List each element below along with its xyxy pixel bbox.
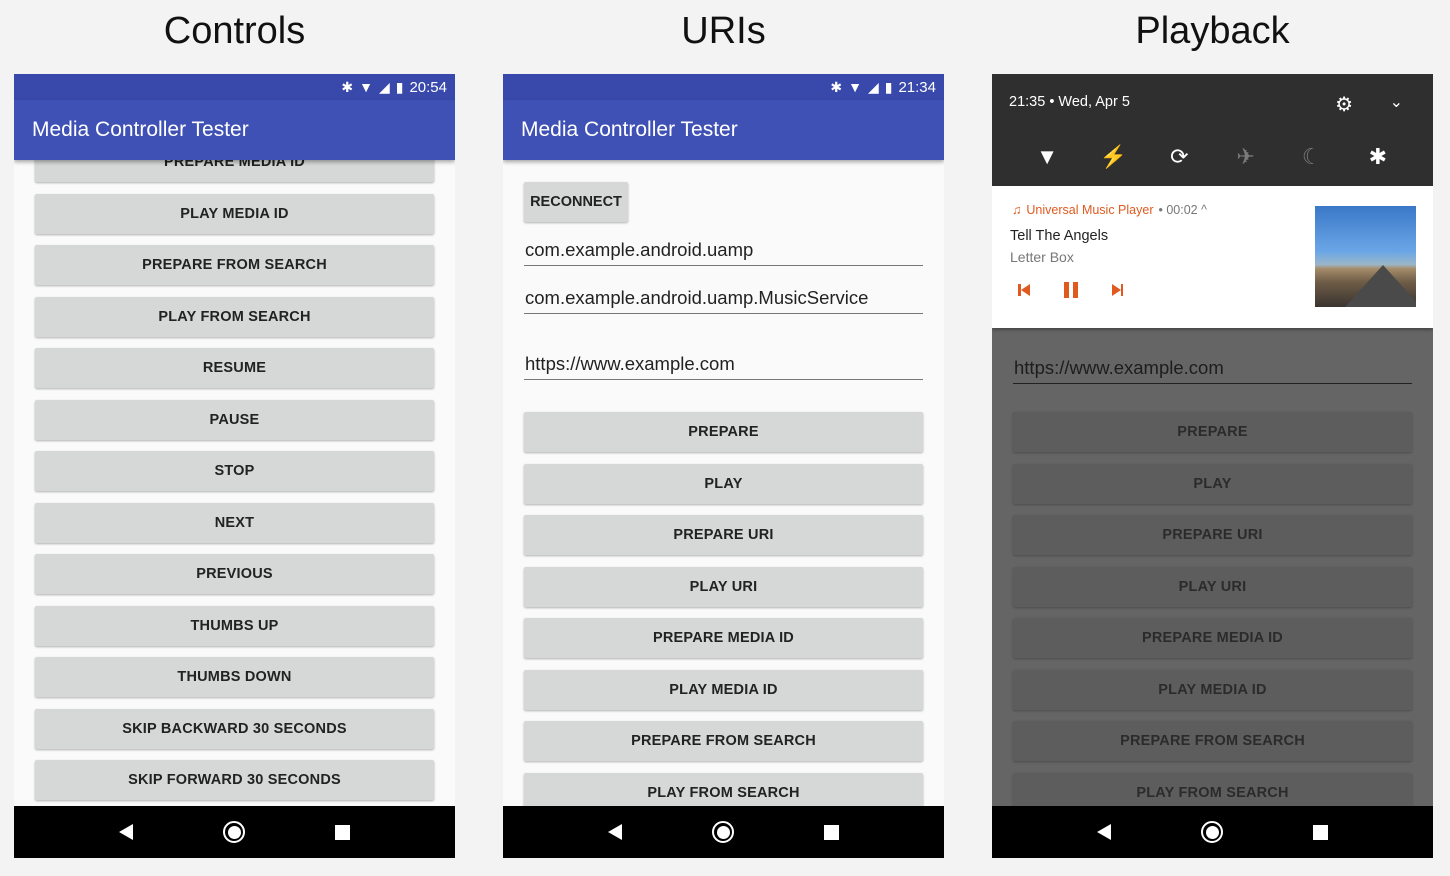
wifi-icon[interactable]: ▼ bbox=[1032, 144, 1062, 170]
track-artist: Letter Box bbox=[1010, 249, 1074, 265]
play-button[interactable]: PLAY bbox=[1013, 463, 1412, 504]
prepare-uri-button[interactable]: PREPARE URI bbox=[524, 515, 923, 555]
play-media-id-button[interactable]: PLAY MEDIA ID bbox=[1013, 669, 1412, 710]
flashlight-icon[interactable]: ⚡ bbox=[1098, 144, 1128, 170]
heading-controls: Controls bbox=[163, 10, 306, 52]
play-media-id-button[interactable]: PLAY MEDIA ID bbox=[35, 193, 434, 234]
bluetooth-icon: ✱ bbox=[830, 79, 843, 95]
package-field[interactable]: com.example.android.uamp bbox=[524, 232, 923, 266]
play-from-search-button[interactable]: PLAY FROM SEARCH bbox=[1013, 772, 1412, 806]
next-button[interactable]: NEXT bbox=[35, 502, 434, 543]
wifi-icon: ▼ bbox=[848, 79, 862, 95]
prepare-button[interactable]: PREPARE bbox=[1013, 412, 1412, 452]
airplane-mode-icon[interactable]: ✈ bbox=[1231, 144, 1261, 170]
media-controls bbox=[1018, 282, 1123, 298]
nav-bar bbox=[14, 806, 455, 858]
service-field[interactable]: com.example.android.uamp.MusicService bbox=[524, 280, 923, 314]
chevron-down-icon[interactable]: ⌄ bbox=[1390, 92, 1403, 112]
pause-button[interactable]: PAUSE bbox=[35, 399, 434, 440]
resume-button[interactable]: RESUME bbox=[35, 348, 434, 388]
auto-rotate-icon[interactable]: ⟳ bbox=[1164, 144, 1194, 170]
nav-bar bbox=[503, 806, 944, 858]
battery-icon: ▮ bbox=[884, 79, 893, 95]
notification-meta: • 00:02 ^ bbox=[1158, 203, 1207, 217]
nav-bar bbox=[992, 806, 1433, 858]
battery-icon: ▮ bbox=[395, 79, 404, 95]
uris-form: RECONNECT com.example.android.uamp com.e… bbox=[503, 160, 944, 806]
status-bar: ✱ ▼ ◢ ▮ 20:54 bbox=[14, 74, 455, 100]
skip-next-icon[interactable] bbox=[1111, 284, 1123, 296]
notification-app-name: Universal Music Player bbox=[1026, 203, 1154, 217]
app-title: Media Controller Tester bbox=[14, 100, 455, 160]
app-title: Media Controller Tester bbox=[503, 100, 944, 160]
prepare-from-search-button[interactable]: PREPARE FROM SEARCH bbox=[35, 245, 434, 285]
recents-icon[interactable] bbox=[335, 824, 350, 840]
skip-backward-30-seconds-button[interactable]: SKIP BACKWARD 30 SECONDS bbox=[35, 708, 434, 749]
notification-header: ♫ Universal Music Player • 00:02 ^ bbox=[1012, 203, 1207, 217]
back-icon[interactable] bbox=[119, 824, 133, 840]
signal-icon: ◢ bbox=[378, 79, 390, 95]
playback-form: https://www.example.com PREPARE PLAY PREPA… bbox=[992, 328, 1433, 806]
previous-button[interactable]: PREVIOUS bbox=[35, 554, 434, 594]
quick-tiles: ▼ ⚡ ⟳ ✈ ☾ ✱ bbox=[992, 144, 1433, 170]
track-title: Tell The Angels bbox=[1010, 228, 1109, 244]
qs-time-date: 21:35 • Wed, Apr 5 bbox=[1009, 94, 1130, 110]
gear-icon[interactable]: ⚙ bbox=[1335, 92, 1353, 117]
media-notification[interactable]: ♫ Universal Music Player • 00:02 ^ Tell … bbox=[992, 186, 1433, 328]
home-icon[interactable] bbox=[223, 821, 245, 843]
controls-list[interactable]: PREPARE MEDIA ID PLAY MEDIA ID PREPARE FRO… bbox=[14, 160, 455, 806]
play-uri-button[interactable]: PLAY URI bbox=[1013, 566, 1412, 607]
signal-icon: ◢ bbox=[867, 79, 879, 95]
thumbs-up-button[interactable]: THUMBS UP bbox=[35, 605, 434, 646]
status-time: 21:34 bbox=[898, 78, 936, 96]
wifi-icon: ▼ bbox=[359, 79, 373, 95]
prepare-from-search-button[interactable]: PREPARE FROM SEARCH bbox=[1013, 721, 1412, 761]
status-bar: ✱ ▼ ◢ ▮ 21:34 bbox=[503, 74, 944, 100]
play-uri-button[interactable]: PLAY URI bbox=[524, 566, 923, 607]
bluetooth-icon[interactable]: ✱ bbox=[1363, 144, 1393, 170]
recents-icon[interactable] bbox=[824, 824, 839, 840]
thumbs-down-button[interactable]: THUMBS DOWN bbox=[35, 657, 434, 697]
phone-uris: ✱ ▼ ◢ ▮ 21:34 Media Controller Tester RE… bbox=[503, 74, 944, 858]
home-icon[interactable] bbox=[712, 821, 734, 843]
prepare-uri-button[interactable]: PREPARE URI bbox=[1013, 515, 1412, 555]
status-time: 20:54 bbox=[409, 78, 447, 96]
uri-field[interactable]: https://www.example.com bbox=[524, 346, 923, 380]
prepare-media-id-button[interactable]: PREPARE MEDIA ID bbox=[1013, 618, 1412, 658]
reconnect-button[interactable]: RECONNECT bbox=[524, 182, 628, 222]
recents-icon[interactable] bbox=[1313, 824, 1328, 840]
skip-forward-30-seconds-button[interactable]: SKIP FORWARD 30 SECONDS bbox=[35, 760, 434, 800]
heading-playback: Playback bbox=[1135, 10, 1290, 52]
play-media-id-button[interactable]: PLAY MEDIA ID bbox=[524, 669, 923, 710]
quick-settings-panel: 21:35 • Wed, Apr 5 ⚙ ⌄ ▼ ⚡ ⟳ ✈ ☾ ✱ bbox=[992, 74, 1433, 186]
prepare-media-id-button[interactable]: PREPARE MEDIA ID bbox=[35, 160, 434, 182]
prepare-media-id-button[interactable]: PREPARE MEDIA ID bbox=[524, 618, 923, 658]
do-not-disturb-icon[interactable]: ☾ bbox=[1297, 144, 1327, 170]
prepare-from-search-button[interactable]: PREPARE FROM SEARCH bbox=[524, 721, 923, 761]
phone-controls: ✱ ▼ ◢ ▮ 20:54 Media Controller Tester PR… bbox=[14, 74, 455, 858]
bluetooth-icon: ✱ bbox=[341, 79, 354, 95]
pause-icon[interactable] bbox=[1063, 282, 1078, 298]
heading-uris: URIs bbox=[681, 10, 766, 52]
play-from-search-button[interactable]: PLAY FROM SEARCH bbox=[524, 772, 923, 806]
play-button[interactable]: PLAY bbox=[524, 463, 923, 504]
uri-field[interactable]: https://www.example.com bbox=[1013, 350, 1412, 384]
skip-previous-icon[interactable] bbox=[1018, 284, 1030, 296]
play-from-search-button[interactable]: PLAY FROM SEARCH bbox=[35, 296, 434, 337]
home-icon[interactable] bbox=[1201, 821, 1223, 843]
music-note-icon: ♫ bbox=[1012, 203, 1022, 217]
back-icon[interactable] bbox=[608, 824, 622, 840]
stop-button[interactable]: STOP bbox=[35, 451, 434, 491]
prepare-button[interactable]: PREPARE bbox=[524, 412, 923, 452]
back-icon[interactable] bbox=[1097, 824, 1111, 840]
album-art bbox=[1315, 206, 1416, 307]
phone-playback: 21:35 • Wed, Apr 5 ⚙ ⌄ ▼ ⚡ ⟳ ✈ ☾ ✱ ♫ Uni… bbox=[992, 74, 1433, 858]
